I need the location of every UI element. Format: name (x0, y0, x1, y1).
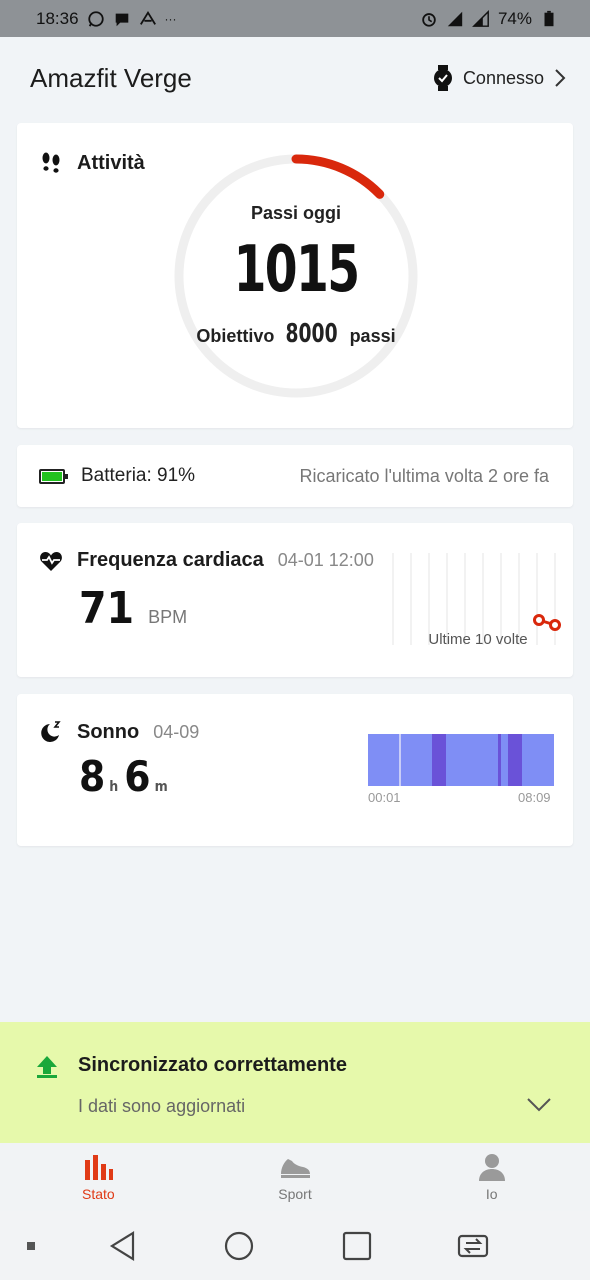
battery-level-fill (42, 471, 63, 481)
sleep-duration: 8 h 6 m (79, 752, 170, 801)
upload-arrow-icon (37, 1056, 57, 1078)
nav-dot-icon[interactable] (24, 1239, 38, 1253)
steps-value: 1015 (233, 233, 360, 307)
sleep-awake-segment (399, 734, 401, 786)
back-icon[interactable] (106, 1229, 140, 1263)
heart-rate-unit: BPM (148, 607, 188, 627)
watch-icon (433, 65, 452, 91)
status-bar: 18:36 ··· 74% (0, 0, 590, 37)
sleep-title-text: Sonno (77, 720, 140, 743)
tab-sport[interactable]: Sport (197, 1143, 394, 1211)
heart-rate-value: 71 (79, 583, 135, 634)
sleep-stages-bar (368, 734, 554, 786)
tab-stato[interactable]: Stato (0, 1143, 197, 1211)
sleep-minutes: 6 (124, 752, 151, 801)
steps-summary: Passi oggi 1015 Obiettivo 8000 passi (171, 151, 421, 401)
switch-app-icon[interactable] (456, 1229, 490, 1263)
heart-rate-value-row: 71 BPM (79, 583, 187, 634)
sync-subtitle: I dati sono aggiornati (78, 1096, 246, 1116)
steps-goal: Obiettivo 8000 passi (171, 319, 421, 349)
person-icon (478, 1154, 505, 1181)
sleep-hours-unit: h (109, 779, 119, 795)
battery-percent: 74% (497, 8, 532, 28)
shoe-icon (281, 1159, 310, 1178)
chevron-right-icon (555, 69, 566, 87)
activity-title-text: Attività (77, 151, 145, 174)
heart-rate-card[interactable]: Frequenza cardiaca 04-01 12:00 71 BPM Ul… (17, 523, 573, 677)
sleep-minutes-unit: m (154, 779, 168, 795)
sleep-card[interactable]: Sonno 04-09 8 h 6 m 00:01 08:09 (17, 694, 573, 846)
sleep-deep-segment (508, 734, 522, 786)
heart-rate-title-text: Frequenza cardiaca (77, 549, 264, 571)
activity-title: Attività (39, 151, 145, 175)
footprints-icon (42, 152, 60, 173)
home-icon[interactable] (222, 1229, 256, 1263)
sleep-date: 04-09 (153, 721, 200, 742)
status-time: 18:36 (36, 8, 79, 28)
message-icon (115, 13, 128, 26)
battery-last-charged: Ricaricato l'ultima volta 2 ore fa (299, 465, 549, 486)
battery-label: Batteria: 91% (81, 465, 196, 486)
sleep-end-time: 08:09 (518, 790, 551, 805)
goal-prefix: Obiettivo (196, 326, 275, 346)
more-notifications-icon: ··· (164, 11, 177, 26)
sleep-deep-segment (432, 734, 446, 786)
heart-rate-timestamp: 04-01 12:00 (277, 550, 374, 570)
app-header: Amazfit Verge Connesso (0, 37, 590, 119)
device-name: Amazfit Verge (30, 62, 192, 93)
sleep-hours: 8 (79, 752, 106, 801)
tab-io-label: Io (485, 1186, 498, 1202)
signal-4g-icon (447, 11, 463, 26)
connection-label: Connesso (462, 67, 544, 88)
connection-status-button[interactable]: Connesso (433, 64, 566, 92)
heart-rate-title: Frequenza cardiaca 04-01 12:00 (39, 549, 374, 572)
heart-rate-chart-caption: Ultime 10 volte (428, 631, 528, 648)
chevron-down-icon[interactable] (526, 1096, 552, 1114)
sync-banner[interactable]: Sincronizzato correttamente I dati sono … (0, 1022, 590, 1143)
navigation-icon (139, 10, 156, 25)
moon-icon (41, 721, 61, 742)
chart-point (549, 619, 561, 631)
battery-icon (544, 10, 554, 26)
system-navigation-bar (0, 1211, 590, 1280)
battery-card[interactable]: Batteria: 91% Ricaricato l'ultima volta … (17, 445, 573, 507)
sleep-title: Sonno 04-09 (39, 720, 199, 744)
signal-icon (472, 9, 489, 27)
tab-sport-label: Sport (278, 1186, 312, 1202)
tab-stato-label: Stato (81, 1186, 115, 1202)
whatsapp-icon (87, 10, 104, 27)
alarm-icon (422, 12, 436, 27)
sync-title: Sincronizzato correttamente (78, 1054, 347, 1076)
heart-pulse-icon (40, 551, 62, 571)
goal-value: 8000 (285, 319, 339, 349)
battery-level-icon (39, 468, 68, 484)
sleep-start-time: 00:01 (368, 790, 401, 805)
goal-suffix: passi (349, 326, 396, 346)
tab-io[interactable]: Io (393, 1143, 590, 1211)
bar-chart-icon (85, 1155, 114, 1180)
bottom-tab-bar: Stato Sport Io (0, 1143, 590, 1211)
chart-point (533, 614, 545, 626)
activity-card[interactable]: Attività Passi oggi 1015 Obiettivo 8000 … (17, 123, 573, 428)
recents-icon[interactable] (340, 1229, 374, 1263)
steps-label: Passi oggi (250, 203, 342, 223)
sleep-deep-segment (498, 734, 501, 786)
